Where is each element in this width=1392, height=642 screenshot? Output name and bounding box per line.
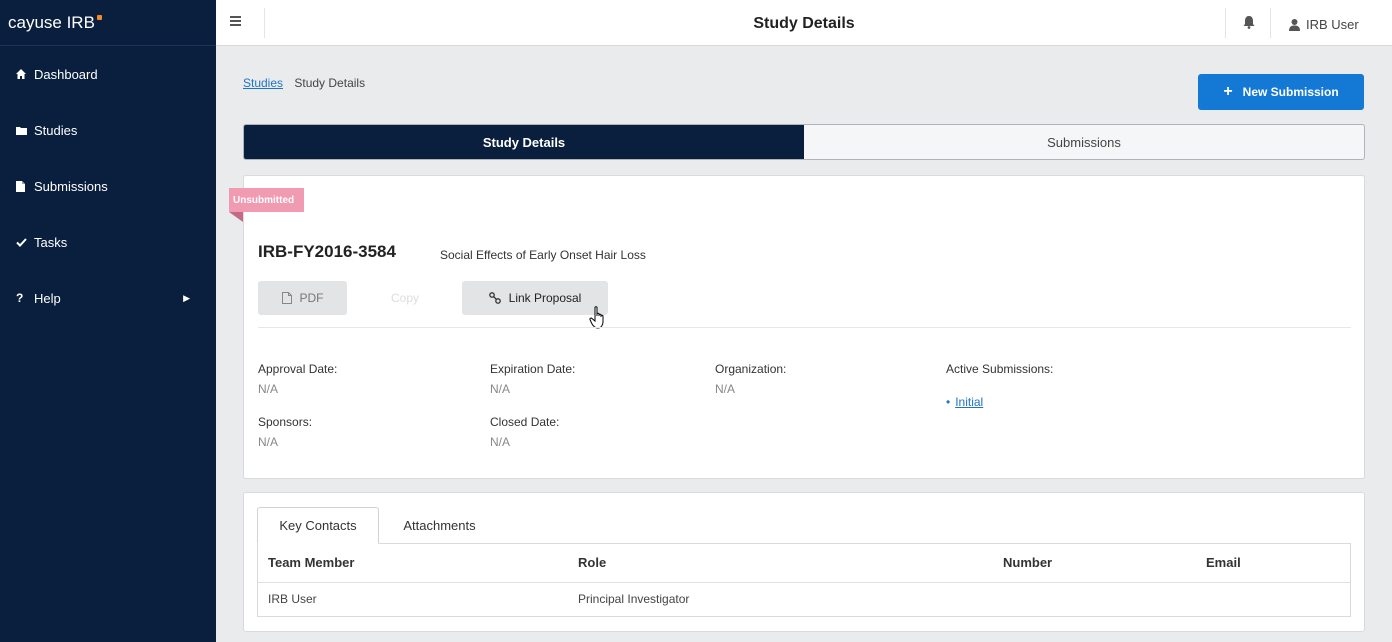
column-header-email[interactable]: Email xyxy=(1206,555,1241,570)
closed-date-value: N/A xyxy=(490,435,511,449)
user-icon xyxy=(1289,18,1300,31)
app-logo[interactable]: cayuse IRB xyxy=(0,0,216,46)
contacts-table xyxy=(257,543,1351,617)
link-proposal-button[interactable]: Link Proposal xyxy=(462,281,608,315)
sponsors-value: N/A xyxy=(258,435,279,449)
header-divider xyxy=(1225,8,1226,38)
chevron-right-icon: ▶ xyxy=(183,292,190,303)
breadcrumb: Studies Study Details xyxy=(243,76,365,90)
logo-dot-icon xyxy=(96,15,102,20)
column-header-number[interactable]: Number xyxy=(1003,555,1052,570)
sidebar-item-submissions[interactable]: Submissions xyxy=(0,158,216,214)
sidebar-item-label: Dashboard xyxy=(34,66,98,82)
badge-fold xyxy=(229,212,243,222)
active-submissions-label: Active Submissions: xyxy=(946,362,1054,376)
tab-key-contacts[interactable]: Key Contacts xyxy=(257,507,379,544)
organization-value: N/A xyxy=(715,382,736,396)
closed-date-label: Closed Date: xyxy=(490,415,560,429)
sidebar-item-help[interactable]: ? Help ▶ xyxy=(0,270,216,326)
tab-attachments[interactable]: Attachments xyxy=(382,507,497,544)
sidebar: cayuse IRB Dashboard Studies Submissions… xyxy=(0,0,216,642)
column-header-team-member[interactable]: Team Member xyxy=(268,555,354,570)
sidebar-item-tasks[interactable]: Tasks xyxy=(0,214,216,270)
tab-submissions[interactable]: Submissions xyxy=(804,125,1364,159)
user-menu[interactable]: IRB User xyxy=(1289,17,1359,32)
breadcrumb-current: Study Details xyxy=(294,76,366,90)
header-divider xyxy=(1270,8,1271,38)
link-proposal-label: Link Proposal xyxy=(508,291,582,305)
file-icon xyxy=(16,180,32,192)
organization-label: Organization: xyxy=(715,362,787,376)
sidebar-item-label: Submissions xyxy=(34,178,108,194)
column-header-role[interactable]: Role xyxy=(578,555,606,570)
logo-text: cayuse IRB xyxy=(8,12,95,32)
question-icon: ? xyxy=(16,291,24,305)
study-tabs: Study Details Submissions xyxy=(243,124,1365,160)
plus-icon: + xyxy=(1223,83,1233,100)
tab-study-details[interactable]: Study Details xyxy=(244,125,804,159)
status-badge: Unsubmitted xyxy=(229,188,305,212)
expiration-date-label: Expiration Date: xyxy=(490,362,576,376)
active-submission-item: • Initial xyxy=(946,395,983,409)
table-row-divider xyxy=(258,582,1350,583)
pdf-button[interactable]: PDF xyxy=(258,281,347,315)
menu-toggle-icon[interactable] xyxy=(230,14,248,32)
user-name: IRB User xyxy=(1306,17,1359,32)
pdf-file-icon xyxy=(281,292,292,304)
bell-icon[interactable] xyxy=(1243,16,1257,30)
sidebar-item-studies[interactable]: Studies xyxy=(0,102,216,158)
sponsors-label: Sponsors: xyxy=(258,415,313,429)
sidebar-item-label: Tasks xyxy=(34,234,68,250)
sidebar-item-label: Help xyxy=(34,290,61,306)
copy-label: Copy xyxy=(390,291,419,305)
approval-date-label: Approval Date: xyxy=(258,362,338,376)
pdf-label: PDF xyxy=(299,291,324,305)
study-id: IRB-FY2016-3584 xyxy=(258,242,396,261)
expiration-date-value: N/A xyxy=(490,382,511,396)
approval-date-value: N/A xyxy=(258,382,279,396)
home-icon xyxy=(16,69,32,79)
bullet-icon: • xyxy=(946,395,951,409)
cell-team-member: IRB User xyxy=(268,592,317,606)
folder-icon xyxy=(16,126,32,135)
sidebar-item-label: Studies xyxy=(34,122,78,138)
cell-role: Principal Investigator xyxy=(578,592,690,606)
section-divider xyxy=(258,327,1351,328)
header-divider xyxy=(264,8,265,38)
new-submission-button[interactable]: + New Submission xyxy=(1198,74,1364,110)
study-title: Social Effects of Early Onset Hair Loss xyxy=(440,248,646,262)
hand-cursor-icon xyxy=(589,306,611,332)
copy-button: Copy xyxy=(355,281,455,315)
top-header: Study Details IRB User xyxy=(216,0,1392,46)
new-submission-label: New Submission xyxy=(1242,85,1339,99)
initial-submission-link[interactable]: Initial xyxy=(955,395,983,409)
sidebar-item-dashboard[interactable]: Dashboard xyxy=(0,46,216,102)
check-icon xyxy=(16,237,32,247)
page-title: Study Details xyxy=(753,15,855,32)
link-icon xyxy=(488,292,501,304)
breadcrumb-studies-link[interactable]: Studies xyxy=(243,76,283,90)
